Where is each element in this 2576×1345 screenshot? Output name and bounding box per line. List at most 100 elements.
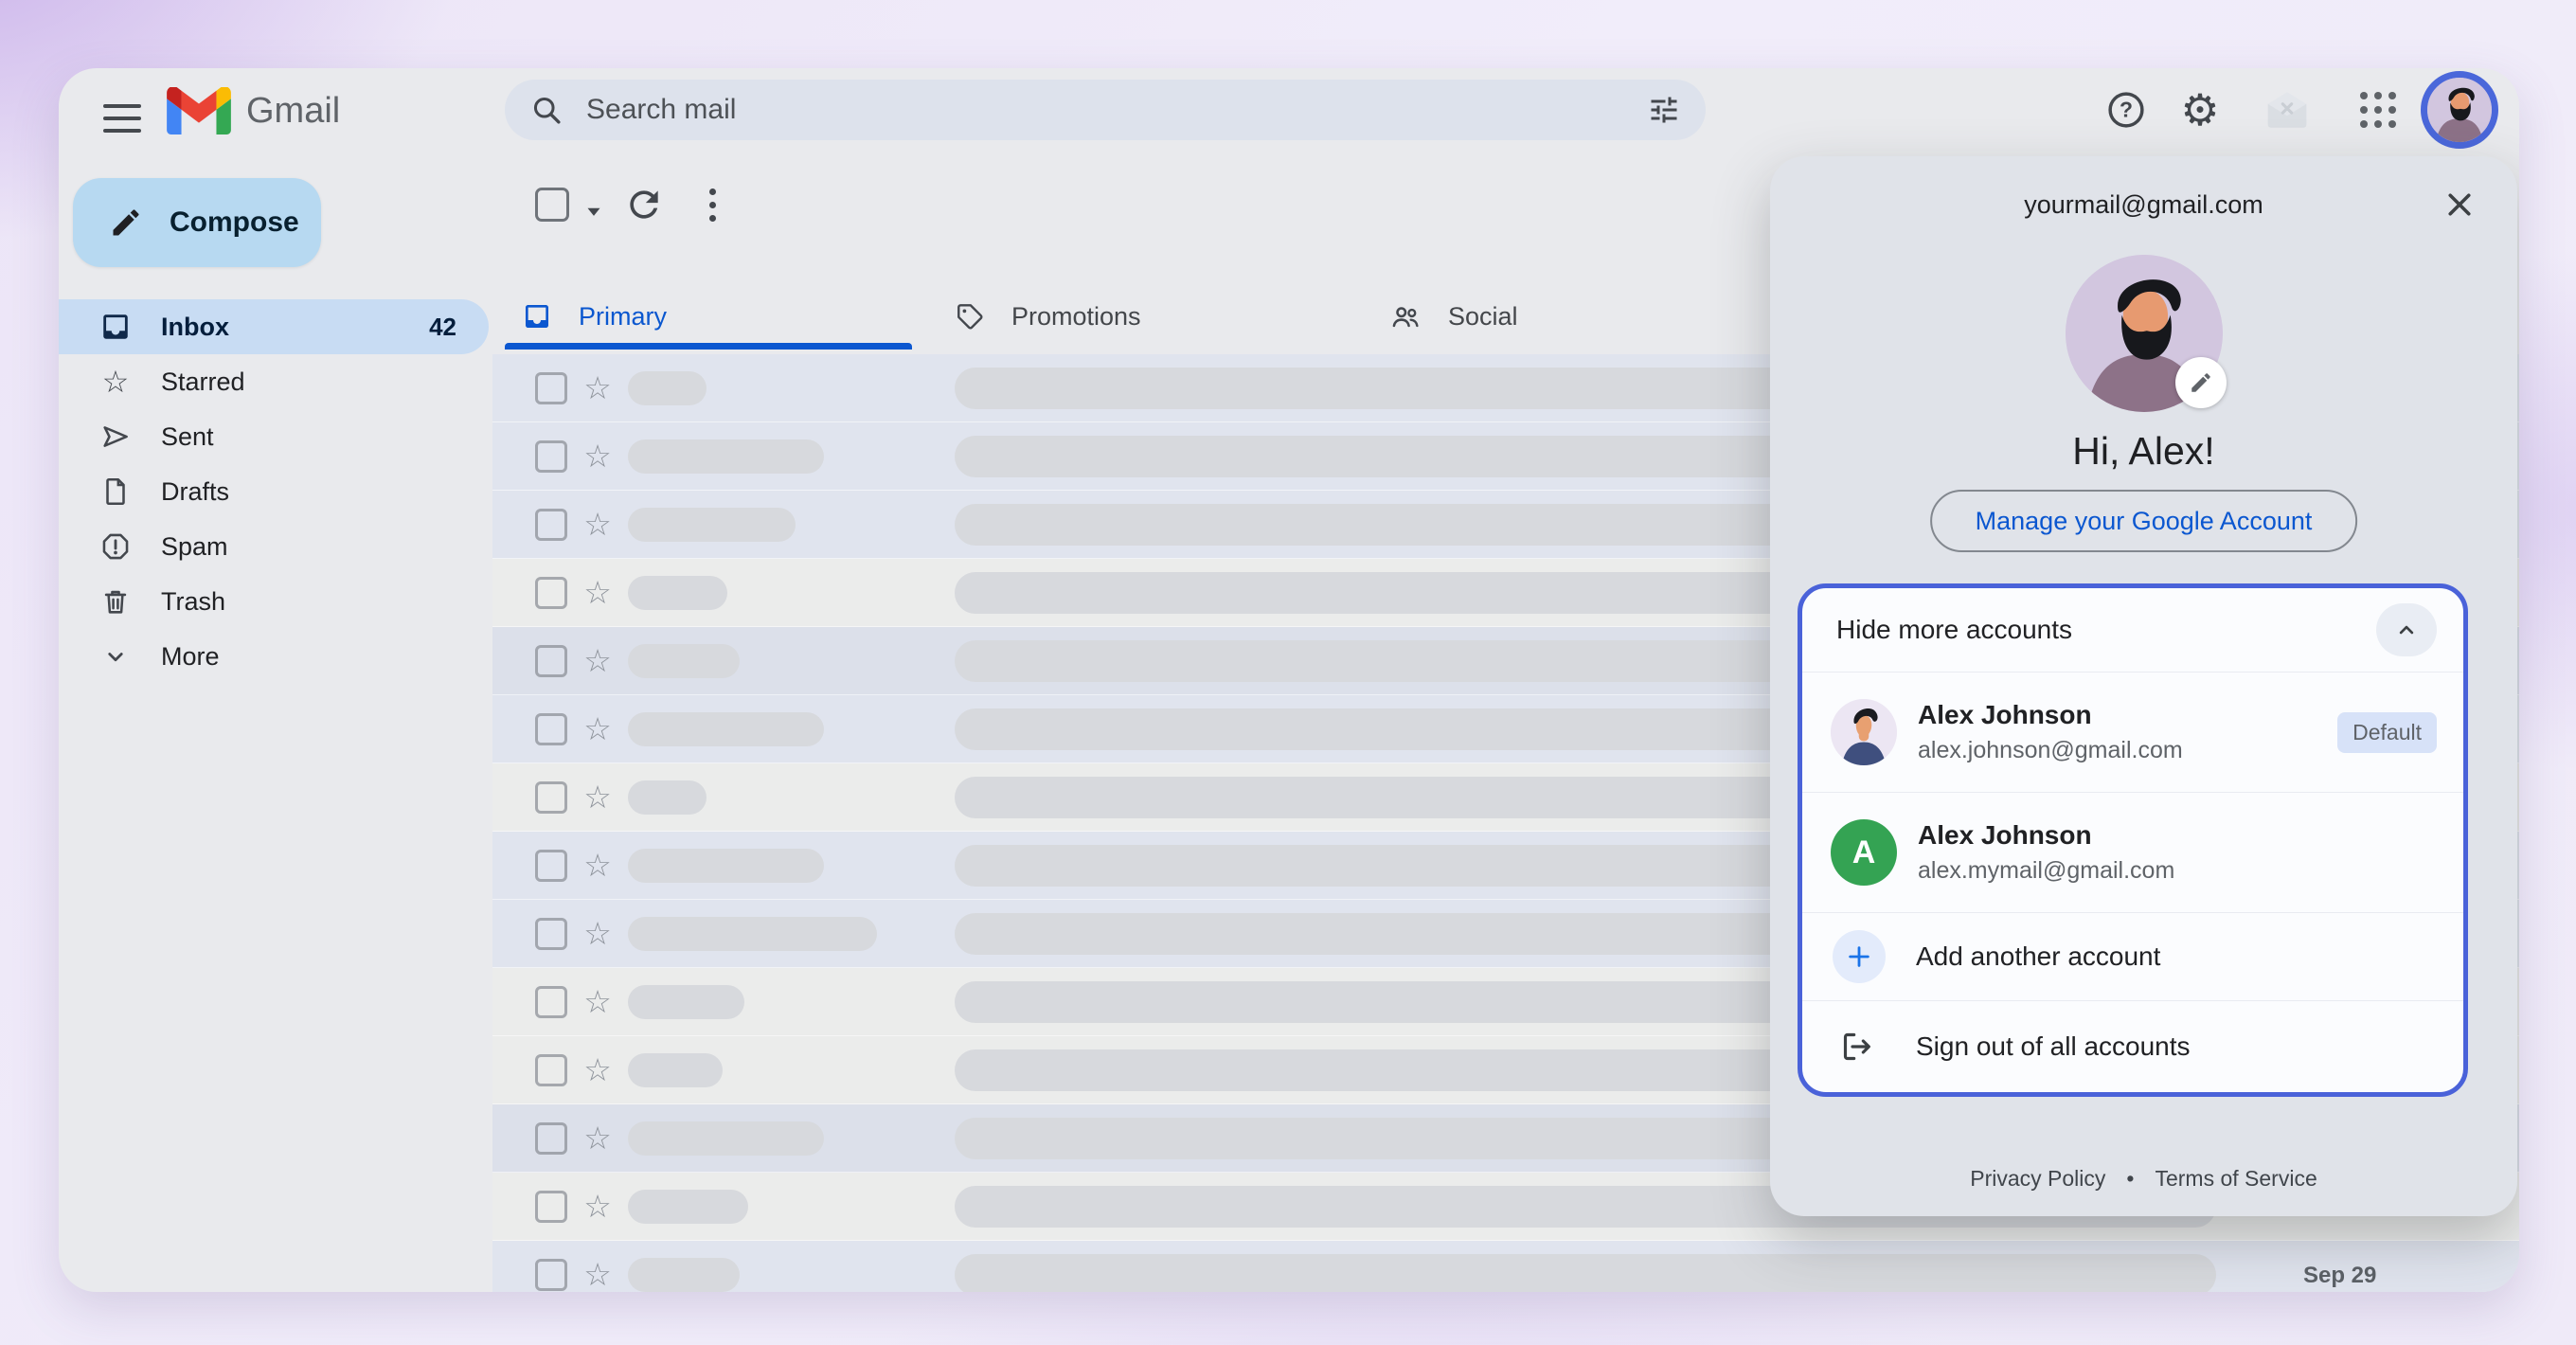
close-panel-button[interactable]: [2436, 181, 2483, 228]
row-checkbox[interactable]: [535, 440, 567, 473]
more-options-icon[interactable]: [695, 188, 729, 222]
row-checkbox[interactable]: [535, 1191, 567, 1223]
tab-primary[interactable]: Primary: [522, 284, 667, 349]
star-icon[interactable]: ☆: [581, 1122, 615, 1154]
row-date: Sep 29: [2303, 1263, 2376, 1289]
hide-more-accounts-toggle[interactable]: Hide more accounts: [1802, 588, 2463, 672]
star-icon[interactable]: ☆: [581, 509, 615, 540]
account-panel: yourmail@gmail.com: [1770, 156, 2517, 1216]
sidebar-item-label: Sent: [161, 422, 214, 452]
draft-icon: [98, 475, 133, 509]
chevron-up-icon: [2393, 617, 2420, 643]
hide-more-accounts-label: Hide more accounts: [1836, 615, 2072, 645]
sign-out-label: Sign out of all accounts: [1916, 1031, 2191, 1062]
star-icon[interactable]: ☆: [581, 986, 615, 1017]
sidebar-item-spam[interactable]: Spam: [59, 519, 489, 574]
sidebar-item-trash[interactable]: Trash: [59, 574, 489, 629]
inbox-count: 42: [429, 313, 456, 342]
tab-label: Social: [1448, 302, 1518, 332]
gmail-logo-icon: [167, 87, 231, 134]
compose-pencil-icon: [109, 206, 143, 240]
sender-placeholder: [628, 1053, 723, 1087]
sender-placeholder: [628, 576, 727, 610]
sender-placeholder: [628, 849, 824, 883]
apps-grid-icon: [2360, 92, 2396, 128]
send-icon: [98, 420, 133, 454]
sidebar-item-sent[interactable]: Sent: [59, 409, 489, 464]
edit-avatar-button[interactable]: [2175, 357, 2227, 408]
star-icon[interactable]: ☆: [581, 577, 615, 608]
privacy-policy-link[interactable]: Privacy Policy: [1970, 1166, 2105, 1192]
close-icon: [2442, 188, 2477, 222]
help-button[interactable]: ?: [2097, 81, 2156, 139]
help-icon: ?: [2105, 89, 2147, 131]
row-checkbox[interactable]: [535, 509, 567, 541]
account-row-default[interactable]: Alex Johnson alex.johnson@gmail.com Defa…: [1802, 672, 2463, 792]
settings-button[interactable]: ⚙: [2171, 81, 2229, 139]
collapse-accounts-button[interactable]: [2376, 603, 2437, 656]
select-all-checkbox[interactable]: [535, 188, 569, 222]
default-badge: Default: [2337, 712, 2437, 753]
row-checkbox[interactable]: [535, 986, 567, 1018]
account-name: Alex Johnson: [1918, 700, 2183, 730]
star-icon[interactable]: ☆: [581, 440, 615, 472]
star-icon[interactable]: ☆: [581, 1191, 615, 1222]
row-checkbox[interactable]: [535, 577, 567, 609]
profile-avatar-button[interactable]: [2421, 71, 2498, 149]
sidebar-item-drafts[interactable]: Drafts: [59, 464, 489, 519]
row-checkbox[interactable]: [535, 1259, 567, 1291]
star-icon[interactable]: ☆: [581, 1259, 615, 1290]
refresh-icon[interactable]: [623, 184, 665, 225]
row-checkbox[interactable]: [535, 372, 567, 404]
select-caret-icon[interactable]: [581, 199, 606, 224]
account-email: alex.mymail@gmail.com: [1918, 857, 2174, 885]
primary-tab-icon: [522, 301, 552, 332]
compose-label: Compose: [170, 206, 299, 239]
main-menu-button[interactable]: [93, 89, 152, 148]
search-bar[interactable]: Search mail: [505, 80, 1706, 140]
account-row-secondary[interactable]: A Alex Johnson alex.mymail@gmail.com: [1802, 793, 2463, 912]
sign-out-button[interactable]: Sign out of all accounts: [1802, 1001, 2463, 1092]
terms-link[interactable]: Terms of Service: [2155, 1166, 2317, 1192]
search-icon: [529, 93, 564, 127]
sidebar-item-more[interactable]: More: [59, 629, 489, 684]
star-icon[interactable]: ☆: [581, 372, 615, 404]
row-checkbox[interactable]: [535, 850, 567, 882]
row-checkbox[interactable]: [535, 781, 567, 814]
gmail-brand: Gmail: [167, 87, 340, 134]
search-filter-icon[interactable]: [1647, 93, 1681, 127]
subject-placeholder: [955, 1254, 2216, 1292]
star-icon[interactable]: ☆: [581, 645, 615, 676]
search-input[interactable]: Search mail: [586, 94, 1647, 126]
chevron-down-icon: [98, 639, 133, 673]
sidebar-item-starred[interactable]: ☆ Starred: [59, 354, 489, 409]
sidebar-item-inbox[interactable]: Inbox 42: [59, 299, 489, 354]
row-checkbox[interactable]: [535, 1122, 567, 1155]
sender-placeholder: [628, 780, 707, 815]
tab-promotions[interactable]: Promotions: [955, 284, 1141, 349]
star-icon[interactable]: ☆: [581, 850, 615, 881]
sender-placeholder: [628, 985, 744, 1019]
manage-account-button[interactable]: Manage your Google Account: [1930, 490, 2358, 552]
sender-placeholder: [628, 439, 824, 474]
sender-placeholder: [628, 1121, 824, 1156]
apps-grid-button[interactable]: [2349, 81, 2407, 139]
star-icon[interactable]: ☆: [581, 781, 615, 813]
row-checkbox[interactable]: [535, 645, 567, 677]
active-tab-underline: [505, 343, 912, 350]
row-checkbox[interactable]: [535, 918, 567, 950]
sender-placeholder: [628, 1258, 740, 1292]
plus-icon: [1833, 930, 1886, 983]
star-icon[interactable]: ☆: [581, 1054, 615, 1085]
trash-icon: [98, 584, 133, 619]
star-icon[interactable]: ☆: [581, 918, 615, 949]
row-checkbox[interactable]: [535, 713, 567, 745]
star-icon[interactable]: ☆: [581, 713, 615, 744]
add-account-button[interactable]: Add another account: [1802, 913, 2463, 1000]
sidebar-item-label: Starred: [161, 368, 245, 397]
row-checkbox[interactable]: [535, 1054, 567, 1086]
compose-button[interactable]: Compose: [73, 178, 321, 267]
sidebar-nav: Inbox 42 ☆ Starred Sent Drafts Spam: [59, 299, 489, 684]
email-row[interactable]: ☆ Sep 29: [492, 1241, 2519, 1292]
tab-social[interactable]: Social: [1389, 284, 1518, 349]
